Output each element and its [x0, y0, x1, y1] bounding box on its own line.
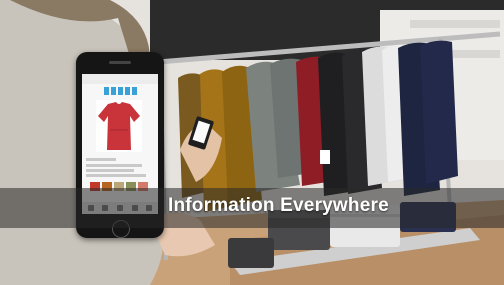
phone-speaker: [109, 61, 131, 64]
app-status-bar: [82, 74, 158, 84]
product-image: [96, 100, 142, 152]
caption-text: Information Everywhere: [168, 195, 389, 216]
store-scene: Information Everywhere: [0, 0, 504, 285]
